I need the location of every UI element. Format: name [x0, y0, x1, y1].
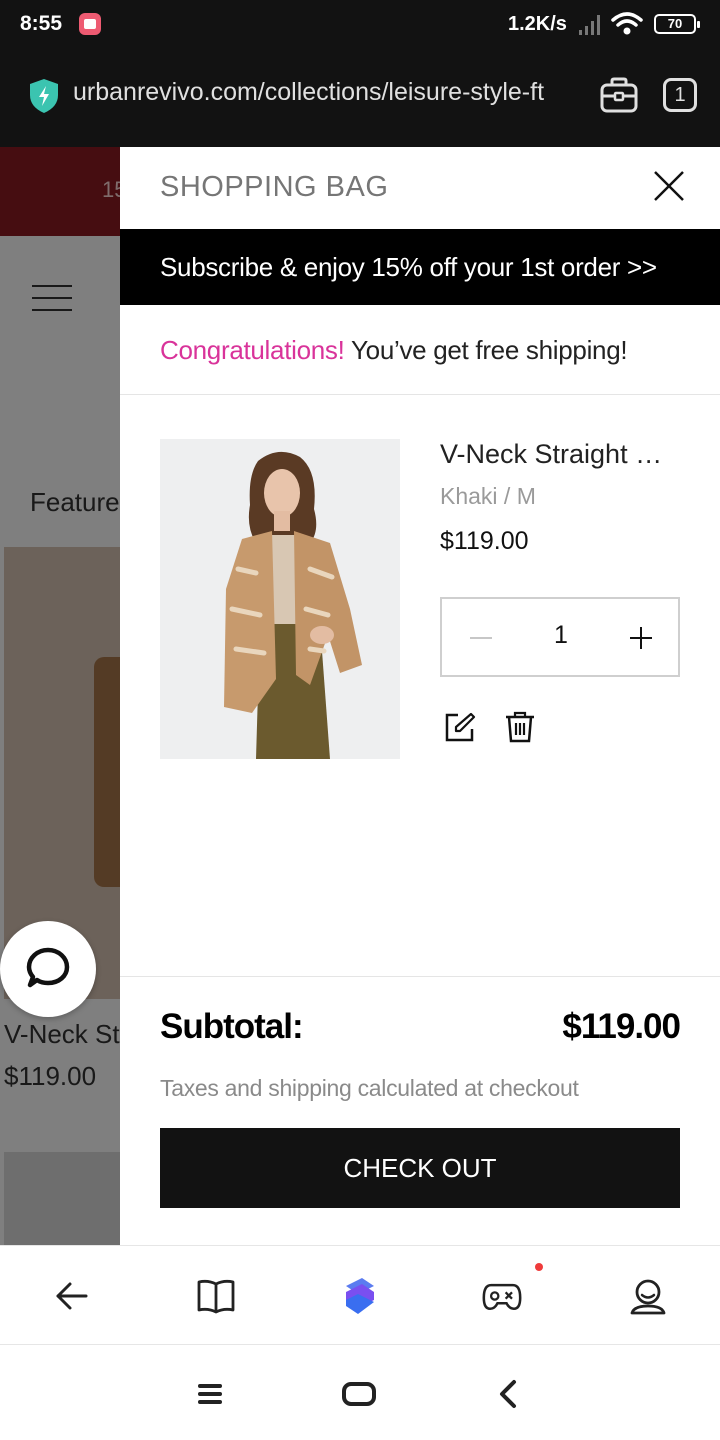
- back-icon[interactable]: [490, 1379, 526, 1409]
- toolbox-icon[interactable]: [600, 77, 638, 113]
- gamepad-icon[interactable]: [482, 1276, 522, 1316]
- browser-url-bar: urbanrevivo.com/collections/leisure-styl…: [0, 50, 720, 147]
- overlay-backdrop[interactable]: [0, 147, 120, 1245]
- home-icon[interactable]: [341, 1379, 377, 1409]
- notification-app-icon: [79, 13, 101, 35]
- quantity-stepper: 1: [440, 597, 680, 677]
- url-address[interactable]: urbanrevivo.com/collections/leisure-styl…: [73, 78, 578, 107]
- chat-button[interactable]: [0, 921, 96, 1017]
- tax-note: Taxes and shipping calculated at checkou…: [160, 1075, 579, 1101]
- battery-icon: 70: [654, 14, 700, 34]
- drawer-title: SHOPPING BAG: [160, 171, 389, 203]
- recent-apps-icon[interactable]: [192, 1379, 228, 1409]
- product-price: $119.00: [440, 527, 529, 555]
- quantity-decrease-button[interactable]: [456, 611, 506, 663]
- status-time: 8:55: [20, 12, 63, 35]
- user-icon[interactable]: [628, 1276, 668, 1316]
- signal-icon: [579, 15, 600, 35]
- product-image[interactable]: [160, 439, 400, 759]
- product-name[interactable]: V-Neck Straight Bl...: [440, 439, 680, 470]
- checkout-button[interactable]: CHECK OUT: [160, 1128, 680, 1208]
- free-shipping-message: Congratulations! You’ve get free shippin…: [120, 305, 720, 395]
- trash-icon[interactable]: [504, 711, 536, 743]
- product-photo-model: [160, 439, 400, 759]
- wifi-icon: [611, 12, 643, 35]
- drawer-header: SHOPPING BAG: [120, 147, 720, 229]
- network-speed: 1.2K/s: [508, 13, 567, 35]
- book-icon[interactable]: [196, 1276, 236, 1316]
- subtotal-label: Subtotal:: [160, 1007, 304, 1046]
- chat-icon: [26, 947, 70, 988]
- notification-dot: [535, 1263, 543, 1271]
- shipping-congratulations: Congratulations!: [160, 335, 345, 365]
- edit-icon[interactable]: [444, 711, 476, 743]
- shipping-text: You’ve get free shipping!: [344, 335, 628, 365]
- subscribe-promo-banner[interactable]: Subscribe & enjoy 15% off your 1st order…: [120, 229, 720, 305]
- arrow-left-icon[interactable]: [52, 1276, 92, 1316]
- system-navigation-bar: [0, 1345, 720, 1440]
- quantity-value[interactable]: 1: [522, 621, 600, 650]
- product-variant: Khaki / M: [440, 483, 536, 509]
- tabs-button[interactable]: 1: [663, 78, 697, 112]
- browser-bottom-bar: [0, 1245, 720, 1345]
- shield-icon[interactable]: [28, 78, 60, 114]
- close-icon[interactable]: [652, 169, 686, 203]
- subtotal-value: $119.00: [562, 1007, 681, 1046]
- bag-footer: Subtotal: $119.00 Taxes and shipping cal…: [120, 976, 720, 1245]
- browser-logo-icon[interactable]: [340, 1276, 380, 1316]
- quantity-increase-button[interactable]: [616, 611, 666, 663]
- shopping-bag-drawer: SHOPPING BAG Subscribe & enjoy 15% off y…: [120, 147, 720, 1245]
- status-bar: 8:55 1.2K/s 70: [0, 0, 720, 50]
